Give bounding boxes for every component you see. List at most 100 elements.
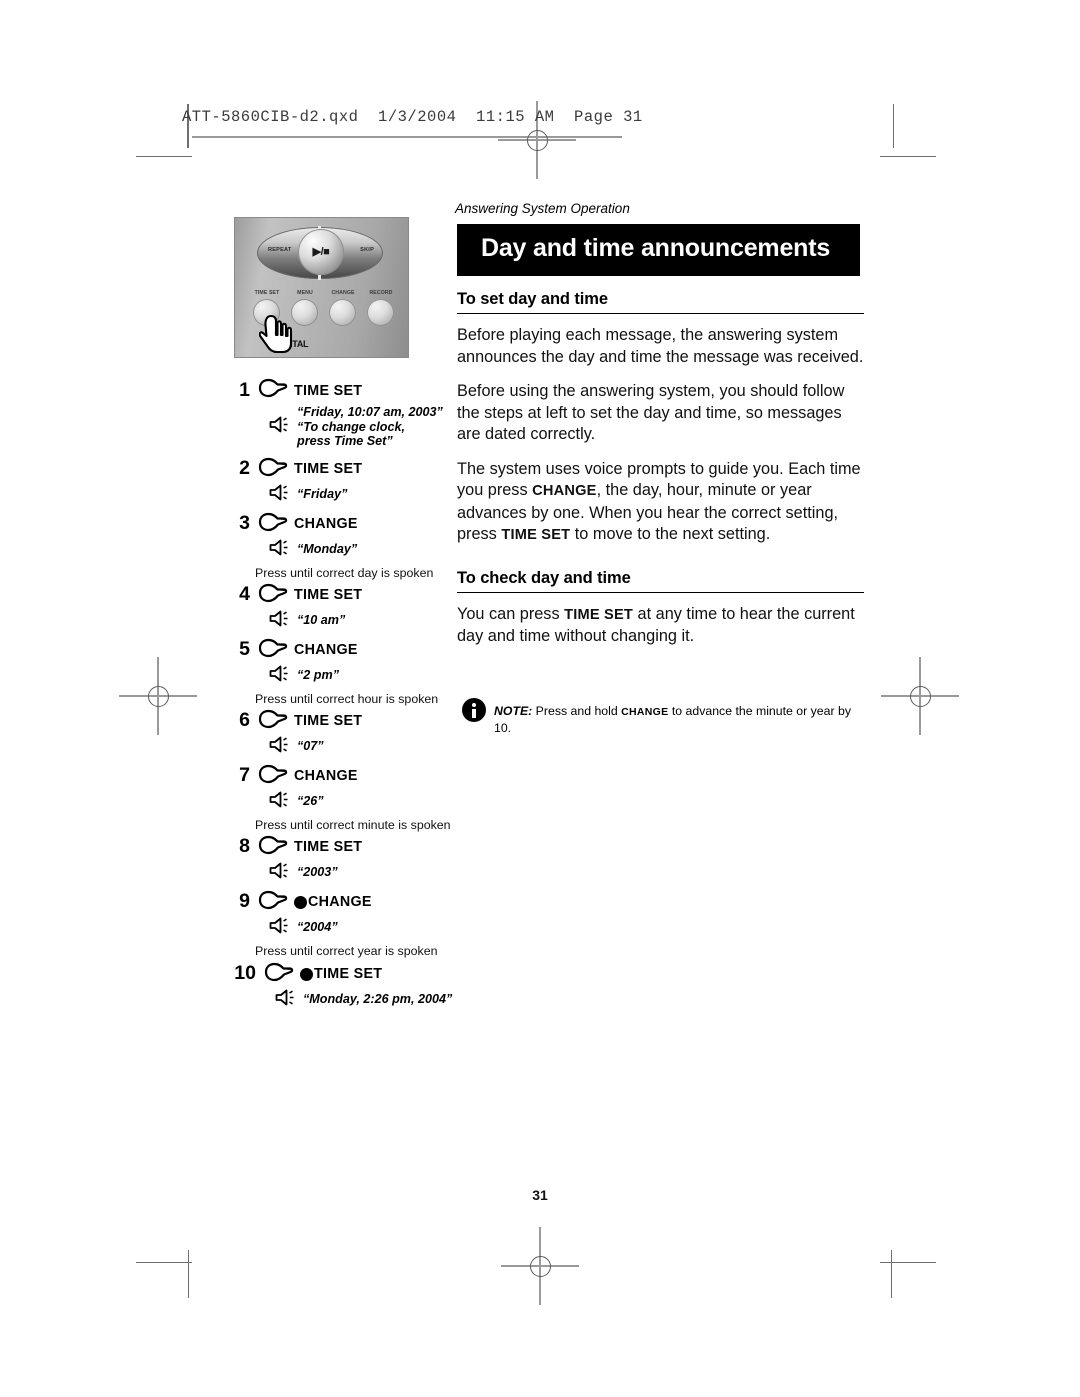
- step-item: 5 CHANGE “2 pm” Press until correct hour…: [222, 638, 462, 706]
- playback-control-oval[interactable]: REPEAT SKIP ▶/■: [257, 226, 383, 280]
- device-knob[interactable]: [291, 299, 318, 326]
- device-knob[interactable]: [367, 299, 394, 326]
- step-number: 1: [239, 378, 250, 401]
- voice-prompt-text: “2004”: [297, 920, 338, 935]
- voice-prompt: “26”: [268, 791, 462, 813]
- voice-prompt-text: “26”: [297, 794, 324, 809]
- speaker-icon: [268, 665, 290, 687]
- speaker-icon: [268, 917, 290, 939]
- step-button-label: TIME SET: [314, 966, 383, 982]
- step-button-label: TIME SET: [294, 461, 363, 477]
- step-item: 10 TIME SET “Monday, 2:26 pm, 2004”: [222, 962, 462, 1011]
- speaker-icon: [268, 862, 290, 884]
- speaker-icon: [268, 610, 290, 632]
- body-column: To set day and time Before playing each …: [457, 290, 864, 661]
- voice-prompt: “Monday, 2:26 pm, 2004”: [274, 989, 462, 1011]
- step-item: 1 TIME SET “Friday, 10:07 am, 2003” “To …: [222, 378, 462, 449]
- paragraph: Before playing each message, the answeri…: [457, 326, 864, 366]
- voice-prompt-text: “Friday”: [297, 487, 348, 502]
- pointing-hand-icon: [256, 835, 290, 860]
- device-button-label: RECORD: [369, 290, 393, 296]
- voice-prompt: “2003”: [268, 862, 462, 884]
- step-button-label: TIME SET: [294, 713, 363, 729]
- voice-prompt: “07”: [268, 736, 462, 758]
- emphasis-bullet-icon: [300, 967, 313, 981]
- step-hint: Press until correct hour is spoken: [255, 691, 439, 706]
- play-stop-icon: ▶/■: [312, 245, 330, 258]
- repeat-label: REPEAT: [268, 247, 292, 253]
- step-button-label: CHANGE: [294, 642, 358, 658]
- step-hint: Press until correct day is spoken: [255, 565, 434, 580]
- crop-mark-bottom-right: [880, 1262, 936, 1263]
- speaker-icon: [268, 791, 290, 813]
- speaker-icon: [274, 989, 296, 1011]
- voice-prompt: “Monday”: [268, 539, 462, 561]
- info-circle-icon: [462, 698, 486, 722]
- paragraph-check: You can press TIME SET at any time to he…: [457, 604, 855, 646]
- voice-prompt-text: “2 pm”: [297, 668, 339, 683]
- voice-prompt-text: “Monday, 2:26 pm, 2004”: [303, 992, 453, 1007]
- voice-prompt-text: “07”: [297, 739, 324, 754]
- step-number: 9: [239, 890, 250, 913]
- step-item: 9 CHANGE “2004” Press until correct year…: [222, 890, 462, 958]
- crop-mark-top-right: [880, 156, 936, 157]
- paragraph-voice-prompts: The system uses voice prompts to guide y…: [457, 459, 861, 544]
- speaker-icon: [268, 416, 290, 438]
- pointing-hand-icon: [256, 638, 290, 663]
- voice-prompt: “2 pm”: [268, 665, 462, 687]
- note-block: NOTE: Press and hold CHANGE to advance t…: [462, 698, 862, 736]
- pointing-hand-icon: [256, 512, 290, 537]
- running-head: Answering System Operation: [455, 201, 630, 216]
- step-hint: Press until correct minute is spoken: [255, 817, 451, 832]
- step-button-label: TIME SET: [294, 587, 363, 603]
- step-list: 1 TIME SET “Friday, 10:07 am, 2003” “To …: [222, 378, 462, 1011]
- step-button-label: CHANGE: [294, 768, 358, 784]
- step-item: 7 CHANGE “26” Press until correct minute…: [222, 764, 462, 832]
- pointing-hand-icon: [258, 314, 295, 361]
- page-number: 31: [532, 1187, 548, 1203]
- paragraph: Before using the answering system, you s…: [457, 382, 845, 443]
- crop-mark-bottom-left-vertical: [188, 1250, 189, 1298]
- step-number: 8: [239, 835, 250, 858]
- pointing-hand-icon: [256, 764, 290, 789]
- voice-prompt-text: “Friday, 10:07 am, 2003” “To change cloc…: [297, 405, 443, 448]
- skip-label: SKIP: [360, 247, 374, 253]
- registration-mark-left: [119, 657, 197, 735]
- device-button-label: MENU: [297, 290, 313, 296]
- play-stop-button[interactable]: ▶/■: [298, 229, 344, 275]
- voice-prompt-text: “2003”: [297, 865, 338, 880]
- step-hint: Press until correct year is spoken: [255, 943, 438, 958]
- voice-prompt: “10 am”: [268, 610, 462, 632]
- section-title-bar: Day and time announcements: [457, 224, 860, 276]
- step-number: 2: [239, 457, 250, 480]
- step-button-label: CHANGE: [294, 516, 358, 532]
- step-button-label: TIME SET: [294, 382, 363, 399]
- print-header-text: ATT-5860CIB-d2.qxd 1/3/2004 11:15 AM Pag…: [182, 108, 643, 126]
- voice-prompt: “Friday, 10:07 am, 2003” “To change cloc…: [268, 405, 462, 449]
- device-knob[interactable]: [329, 299, 356, 326]
- step-button-label: TIME SET: [294, 839, 363, 855]
- crop-mark-top-right-vertical: [893, 104, 894, 148]
- pointing-hand-icon: [256, 378, 290, 403]
- note-text: NOTE: Press and hold CHANGE to advance t…: [494, 704, 851, 735]
- emphasis-bullet-icon: [294, 895, 307, 909]
- pointing-hand-icon: [256, 709, 290, 734]
- speaker-icon: [268, 539, 290, 561]
- step-number: 6: [239, 709, 250, 732]
- voice-prompt: “2004”: [268, 917, 462, 939]
- step-item: 4 TIME SET “10 am”: [222, 583, 462, 632]
- speaker-icon: [268, 736, 290, 758]
- step-item: 6 TIME SET “07”: [222, 709, 462, 758]
- section-heading-set: To set day and time: [457, 290, 864, 314]
- pointing-hand-icon: [256, 890, 290, 915]
- registration-mark-right: [881, 657, 959, 735]
- step-number: 3: [239, 512, 250, 535]
- step-item: 8 TIME SET “2003”: [222, 835, 462, 884]
- step-button-label: CHANGE: [308, 894, 372, 910]
- step-number: 4: [239, 583, 250, 606]
- crop-mark-bottom-right-vertical: [891, 1250, 892, 1298]
- step-item: 2 TIME SET “Friday”: [222, 457, 462, 506]
- step-number: 7: [239, 764, 250, 787]
- voice-prompt-text: “10 am”: [297, 613, 346, 628]
- manual-page: ATT-5860CIB-d2.qxd 1/3/2004 11:15 AM Pag…: [0, 0, 1080, 1397]
